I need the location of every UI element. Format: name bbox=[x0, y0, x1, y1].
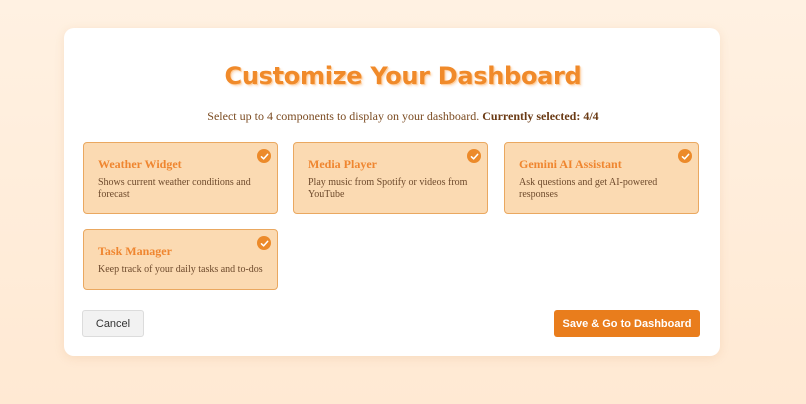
check-circle-icon bbox=[467, 149, 481, 163]
page-subtitle: Select up to 4 components to display on … bbox=[0, 109, 806, 124]
selection-count: Currently selected: 4/4 bbox=[482, 109, 599, 123]
component-description: Keep track of your daily tasks and to-do… bbox=[98, 264, 263, 275]
check-circle-icon bbox=[257, 236, 271, 250]
check-circle-icon bbox=[257, 149, 271, 163]
component-name: Weather Widget bbox=[98, 157, 182, 171]
component-card-weather-widget[interactable]: Weather Widget Shows current weather con… bbox=[83, 142, 278, 214]
page-title: Customize Your Dashboard bbox=[224, 62, 582, 90]
component-description: Ask questions and get AI-powered respons… bbox=[519, 177, 658, 200]
component-card-task-manager[interactable]: Task Manager Keep track of your daily ta… bbox=[83, 229, 278, 290]
component-card-media-player[interactable]: Media Player Play music from Spotify or … bbox=[293, 142, 488, 214]
component-name: Gemini AI Assistant bbox=[519, 157, 622, 171]
check-circle-icon bbox=[678, 149, 692, 163]
component-name: Media Player bbox=[308, 157, 377, 171]
component-card-gemini-ai-assistant[interactable]: Gemini AI Assistant Ask questions and ge… bbox=[504, 142, 699, 214]
subtitle-text: Select up to 4 components to display on … bbox=[207, 109, 480, 123]
component-description: Shows current weather conditions and for… bbox=[98, 177, 251, 200]
component-description: Play music from Spotify or videos from Y… bbox=[308, 177, 468, 200]
cancel-button[interactable]: Cancel bbox=[82, 310, 144, 337]
component-name: Task Manager bbox=[98, 244, 172, 258]
save-and-go-button[interactable]: Save & Go to Dashboard bbox=[554, 310, 700, 337]
